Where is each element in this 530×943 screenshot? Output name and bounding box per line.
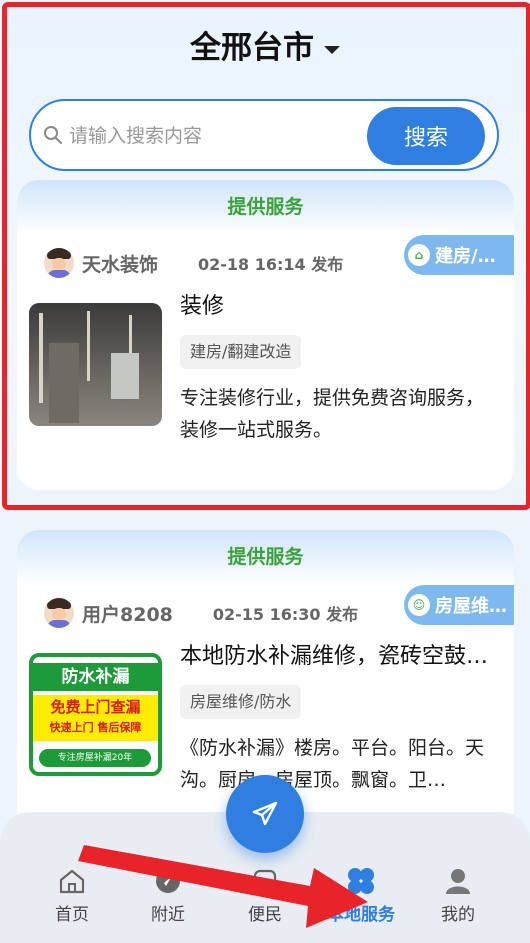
worker-icon: ☺: [408, 594, 430, 616]
post-time: 02-18 16:14 发布: [198, 255, 344, 274]
nav-item-convenience[interactable]: 便民: [225, 866, 305, 925]
city-label: 全邢台市: [190, 30, 314, 66]
user-icon: [446, 869, 470, 894]
clover-icon: [348, 868, 374, 894]
nav-item-nearby[interactable]: 附近: [128, 866, 208, 925]
convenience-icon: [253, 869, 277, 893]
listing-image[interactable]: 防水补漏 免费上门查漏 快速上门 售后保障 专注房屋补漏20年: [29, 653, 162, 776]
nav-item-local-service[interactable]: 本地服务: [322, 866, 400, 925]
listing-title[interactable]: 装修: [180, 288, 500, 320]
nav-item-mine[interactable]: 我的: [418, 866, 498, 925]
city-selector[interactable]: 全邢台市: [0, 22, 530, 67]
user-name: 用户8208: [82, 603, 173, 626]
search-input[interactable]: [67, 115, 371, 157]
user-name: 天水装饰: [82, 253, 159, 276]
send-plane-icon: [252, 801, 278, 826]
search-icon: [44, 126, 62, 144]
section-label: 提供服务: [17, 180, 514, 234]
search-bar: 搜索: [29, 99, 499, 171]
publish-button[interactable]: [226, 775, 304, 853]
listing-image[interactable]: [29, 303, 162, 426]
listing-card[interactable]: 提供服务 天水装饰 02-18 16:14 发布 ⌂ 建房/… 装修 建房/翻建…: [17, 180, 514, 490]
listing-author: 用户8208 02-15 16:30 发布: [44, 596, 358, 630]
section-label: 提供服务: [17, 530, 514, 584]
subcategory-tag: 建房/翻建改造: [180, 335, 302, 369]
home-icon: [59, 869, 85, 894]
listing-title[interactable]: 本地防水补漏维修，瓷砖空鼓…: [180, 638, 500, 670]
avatar: [44, 248, 74, 278]
listing-description: 专注装修行业，提供免费咨询服务，装修一站式服务。: [180, 387, 485, 441]
nav-item-home[interactable]: 首页: [32, 866, 112, 925]
category-tag[interactable]: ⌂ 建房/…: [404, 235, 514, 275]
compass-icon: [156, 869, 180, 893]
subcategory-tag: 房屋维修/防水: [180, 685, 302, 719]
listing-author: 天水装饰 02-18 16:14 发布: [44, 246, 343, 280]
post-time: 02-15 16:30 发布: [212, 605, 359, 624]
avatar: [44, 598, 74, 628]
house-icon: ⌂: [408, 244, 430, 266]
listing-description: 《防水补漏》楼房。平台。阳台。天沟。厨房。房屋顶。飘窗。卫…: [180, 737, 485, 791]
dropdown-caret-icon: [324, 45, 340, 54]
category-tag[interactable]: ☺ 房屋维…: [404, 585, 514, 625]
search-button[interactable]: 搜索: [367, 107, 485, 165]
